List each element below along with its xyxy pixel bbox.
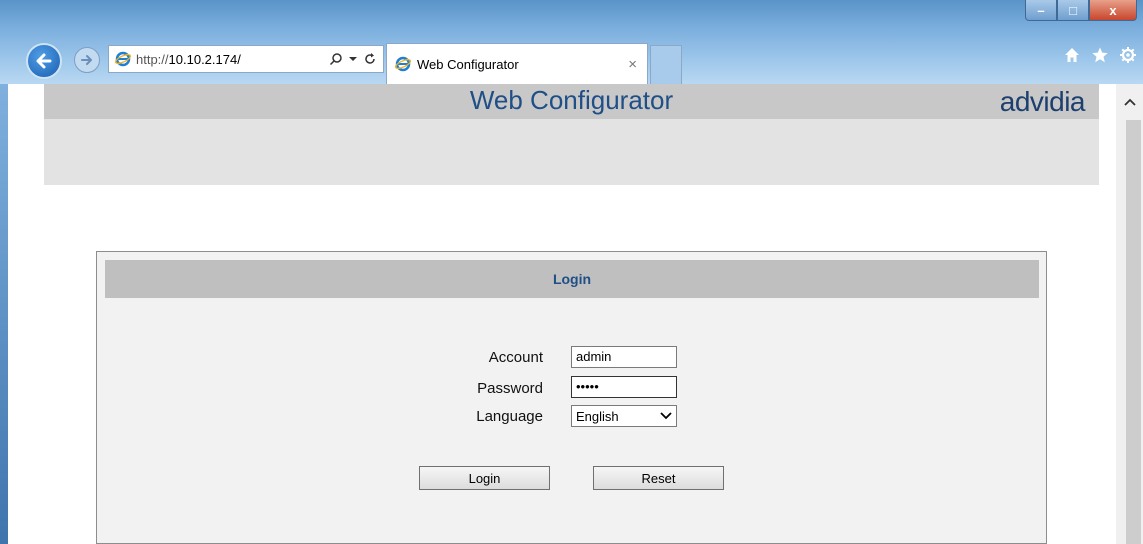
minimize-button[interactable]: –: [1025, 0, 1057, 21]
ie-logo-icon: [395, 56, 411, 72]
url-host: 10.10.2.174/: [168, 51, 241, 67]
window-left-border: [0, 84, 8, 544]
star-icon[interactable]: [1091, 46, 1109, 64]
address-bar[interactable]: http://10.10.2.174/: [108, 45, 384, 73]
page-header: Web Configurator advidia: [44, 84, 1099, 119]
chevron-down-icon: [660, 412, 672, 420]
scroll-up-button[interactable]: [1116, 84, 1143, 120]
address-url[interactable]: http://10.10.2.174/: [136, 52, 316, 67]
browser-chrome: – □ x http://10.10.2.174/ Web Configurat…: [0, 0, 1143, 84]
arrow-left-icon: [36, 53, 52, 69]
gear-icon[interactable]: [1119, 46, 1137, 64]
chevron-up-icon: [1123, 98, 1136, 106]
refresh-icon[interactable]: [363, 52, 377, 66]
page-subheader: [44, 119, 1099, 185]
language-select[interactable]: English: [571, 405, 677, 427]
account-label: Account: [488, 349, 543, 366]
password-label: Password: [477, 380, 543, 397]
maximize-button[interactable]: □: [1057, 0, 1089, 21]
close-window-button[interactable]: x: [1089, 0, 1137, 21]
password-field[interactable]: •••••: [571, 376, 677, 398]
brand-logo: advidia: [999, 86, 1086, 117]
ie-logo-icon: [115, 51, 131, 67]
account-field[interactable]: admin: [571, 346, 677, 368]
language-label: Language: [476, 408, 543, 425]
reset-button[interactable]: Reset: [593, 466, 724, 490]
tab-title: Web Configurator: [417, 56, 519, 72]
address-tools: [329, 52, 377, 66]
window-controls: – □ x: [1025, 0, 1137, 22]
home-icon[interactable]: [1063, 46, 1081, 64]
dropdown-caret-icon[interactable]: [349, 55, 357, 63]
tab-close-icon[interactable]: ×: [628, 56, 637, 73]
login-button[interactable]: Login: [419, 466, 550, 490]
forward-button[interactable]: [74, 47, 100, 73]
scrollbar-thumb[interactable]: [1126, 120, 1141, 544]
page-title: Web Configurator: [469, 85, 674, 115]
browser-tab[interactable]: Web Configurator ×: [386, 43, 648, 84]
back-button[interactable]: [26, 43, 62, 79]
language-selected-value: English: [576, 408, 619, 424]
search-icon[interactable]: [329, 52, 343, 66]
browser-toolbar-right: [1063, 46, 1137, 64]
login-panel: Login Account admin Password ••••• Langu…: [96, 251, 1047, 544]
arrow-right-icon: [81, 55, 92, 65]
login-header: Login: [105, 260, 1039, 298]
url-scheme: http://: [136, 51, 169, 67]
new-tab-button[interactable]: [650, 45, 682, 84]
